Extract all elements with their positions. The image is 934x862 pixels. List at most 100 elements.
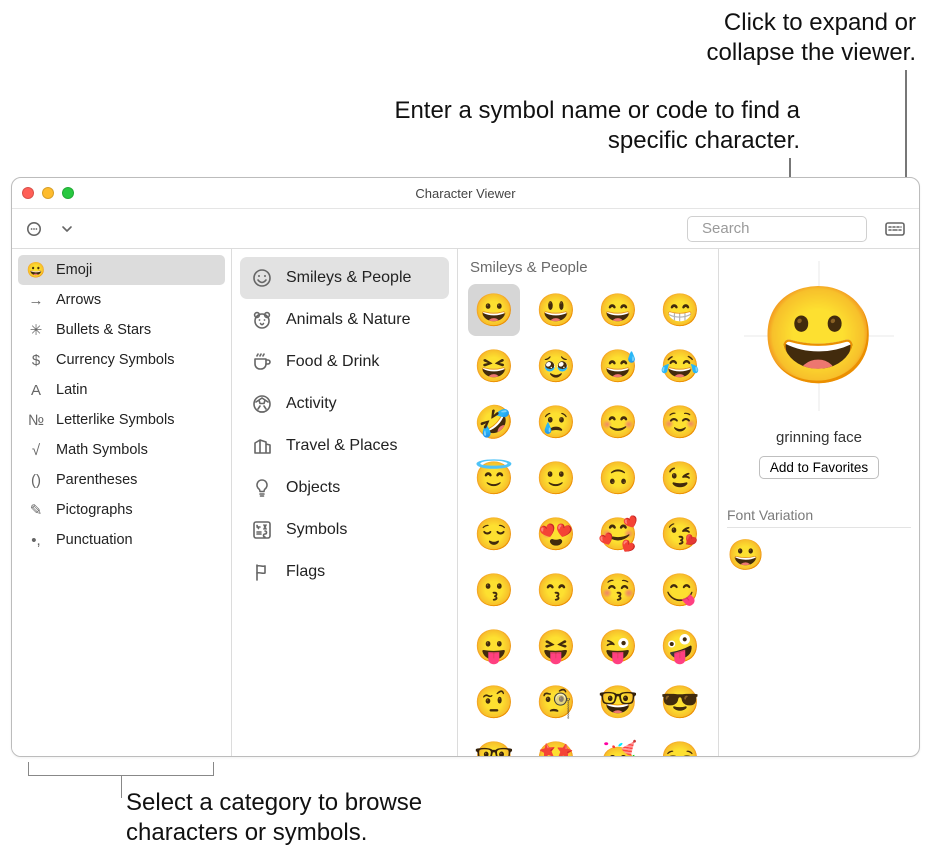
emoji-cell[interactable]: 😎 (654, 676, 706, 728)
sidebar-item-icon: A (26, 382, 46, 399)
toggle-viewer-button[interactable] (881, 217, 909, 241)
character-preview: 😀 (744, 261, 894, 411)
sidebar-item-label: Arrows (56, 292, 101, 308)
callout-expand: Click to expand or collapse the viewer. (636, 8, 916, 68)
emoji-cell[interactable]: 😏 (654, 732, 706, 756)
emoji-cell[interactable]: ☺️ (654, 396, 706, 448)
callout-category-text: Select a category to browse characters o… (126, 789, 422, 846)
emoji-cell[interactable]: 😍 (530, 508, 582, 560)
window-title: Character Viewer (12, 186, 919, 201)
emoji-cell[interactable]: 🤪 (654, 620, 706, 672)
subcategory-item-label: Symbols (286, 521, 347, 539)
sidebar-item-arrows[interactable]: → Arrows (18, 285, 225, 315)
callout-search-text: Enter a symbol name or code to find a sp… (394, 97, 800, 154)
emoji-cell[interactable]: 😝 (530, 620, 582, 672)
emoji-cell[interactable]: 😊 (592, 396, 644, 448)
emoji-cell[interactable]: 😃 (530, 284, 582, 336)
emoji-cell[interactable]: 🤣 (468, 396, 520, 448)
emoji-cell[interactable]: 😆 (468, 340, 520, 392)
subcategory-item-smileys-people[interactable]: Smileys & People (240, 257, 449, 299)
sidebar-item-letterlike-symbols[interactable]: № Letterlike Symbols (18, 405, 225, 435)
add-to-favorites-button[interactable]: Add to Favorites (759, 456, 879, 479)
subcategory-item-label: Activity (286, 395, 337, 413)
subcategory-item-animals-nature[interactable]: Animals & Nature (240, 299, 449, 341)
emoji-cell[interactable]: 😘 (654, 508, 706, 560)
window-zoom-button[interactable] (62, 187, 74, 199)
sidebar-item-math-symbols[interactable]: √Math Symbols (18, 435, 225, 465)
character-grid-panel: Smileys & People 😀😃😄😁 😆🥹😅😂 🤣😢😊☺️ 😇🙂🙃😉 😌😍🥰😘 😗😙… (458, 249, 719, 756)
grid-section-title: Smileys & People (470, 259, 706, 276)
sidebar-item-label: Currency Symbols (56, 352, 174, 368)
subcategory-item-food-drink[interactable]: Food & Drink (240, 341, 449, 383)
subcategory-item-activity[interactable]: Activity (240, 383, 449, 425)
toolbar-action-menu[interactable] (22, 217, 50, 241)
chevron-down-icon (61, 223, 73, 235)
subcategory-item-flags[interactable]: Flags (240, 551, 449, 593)
emoji-cell[interactable]: 😁 (654, 284, 706, 336)
emoji-cell[interactable]: 😉 (654, 452, 706, 504)
sidebar-item-label: Letterlike Symbols (56, 412, 174, 428)
window-close-button[interactable] (22, 187, 34, 199)
sidebar-item-icon: •, (26, 532, 46, 549)
sidebar-item-label: Parentheses (56, 472, 137, 488)
toolbar-dropdown-button[interactable] (58, 217, 76, 241)
subcategory-item-label: Flags (286, 563, 325, 581)
emoji-cell[interactable]: 😗 (468, 564, 520, 616)
flag-icon (250, 560, 274, 584)
callout-search: Enter a symbol name or code to find a sp… (370, 96, 800, 156)
emoji-cell[interactable]: 🥰 (592, 508, 644, 560)
cup-icon (250, 350, 274, 374)
emoji-cell[interactable]: 😂 (654, 340, 706, 392)
emoji-cell[interactable]: 😇 (468, 452, 520, 504)
emoji-cell[interactable]: 🙂 (530, 452, 582, 504)
sidebar-item-icon: $ (26, 352, 46, 369)
emoji-cell[interactable]: 🤓 (468, 732, 520, 756)
emoji-cell[interactable]: 😀 (468, 284, 520, 336)
emoji-cell[interactable]: 😢 (530, 396, 582, 448)
emoji-cell[interactable]: 😜 (592, 620, 644, 672)
sidebar-item-latin[interactable]: A Latin (18, 375, 225, 405)
emoji-cell[interactable]: 🤨 (468, 676, 520, 728)
ellipsis-circle-icon (26, 220, 46, 238)
sidebar-item-icon: № (26, 412, 46, 429)
emoji-cell[interactable]: 🥳 (592, 732, 644, 756)
emoji-cell[interactable]: 🙃 (592, 452, 644, 504)
window-body: 😀Emoji → Arrows ✳︎Bullets & Stars $ Currency … (12, 248, 919, 756)
sidebar-item-bullets-stars[interactable]: ✳︎Bullets & Stars (18, 315, 225, 345)
subcategory-item-label: Food & Drink (286, 353, 379, 371)
emoji-cell[interactable]: 😋 (654, 564, 706, 616)
sidebar-item-icon: → (26, 292, 46, 309)
search-input[interactable] (702, 220, 901, 237)
sidebar-item-parentheses[interactable]: ()Parentheses (18, 465, 225, 495)
sidebar-item-label: Latin (56, 382, 87, 398)
emoji-cell[interactable]: 😚 (592, 564, 644, 616)
sidebar-item-currency-symbols[interactable]: $ Currency Symbols (18, 345, 225, 375)
emoji-cell[interactable]: 😄 (592, 284, 644, 336)
character-name-label: grinning face (776, 429, 862, 446)
emoji-cell[interactable]: 😌 (468, 508, 520, 560)
emoji-cell[interactable]: 🤓 (592, 676, 644, 728)
sidebar-item-punctuation[interactable]: •,Punctuation (18, 525, 225, 555)
subcategory-item-symbols[interactable]: Symbols (240, 509, 449, 551)
window-minimize-button[interactable] (42, 187, 54, 199)
smiley-face-icon (250, 266, 274, 290)
font-variation-glyph[interactable]: 😀 (727, 538, 764, 573)
emoji-cell[interactable]: 🧐 (530, 676, 582, 728)
emoji-cell[interactable]: 😅 (592, 340, 644, 392)
emoji-cell[interactable]: 😙 (530, 564, 582, 616)
sidebar-item-pictographs[interactable]: ✎Pictographs (18, 495, 225, 525)
search-field[interactable] (687, 216, 867, 242)
emoji-cell[interactable]: 🤩 (530, 732, 582, 756)
subcategory-item-label: Objects (286, 479, 340, 497)
keyboard-viewer-icon (884, 220, 906, 238)
callout-category-bracket (28, 762, 214, 776)
sidebar-item-label: Bullets & Stars (56, 322, 151, 338)
subcategory-item-objects[interactable]: Objects (240, 467, 449, 509)
callout-expand-text: Click to expand or collapse the viewer. (707, 9, 916, 66)
category-sidebar: 😀Emoji → Arrows ✳︎Bullets & Stars $ Currency … (12, 249, 232, 756)
toolbar (12, 208, 919, 248)
emoji-cell[interactable]: 😛 (468, 620, 520, 672)
subcategory-item-travel-places[interactable]: Travel & Places (240, 425, 449, 467)
sidebar-item-emoji[interactable]: 😀Emoji (18, 255, 225, 285)
emoji-cell[interactable]: 🥹 (530, 340, 582, 392)
